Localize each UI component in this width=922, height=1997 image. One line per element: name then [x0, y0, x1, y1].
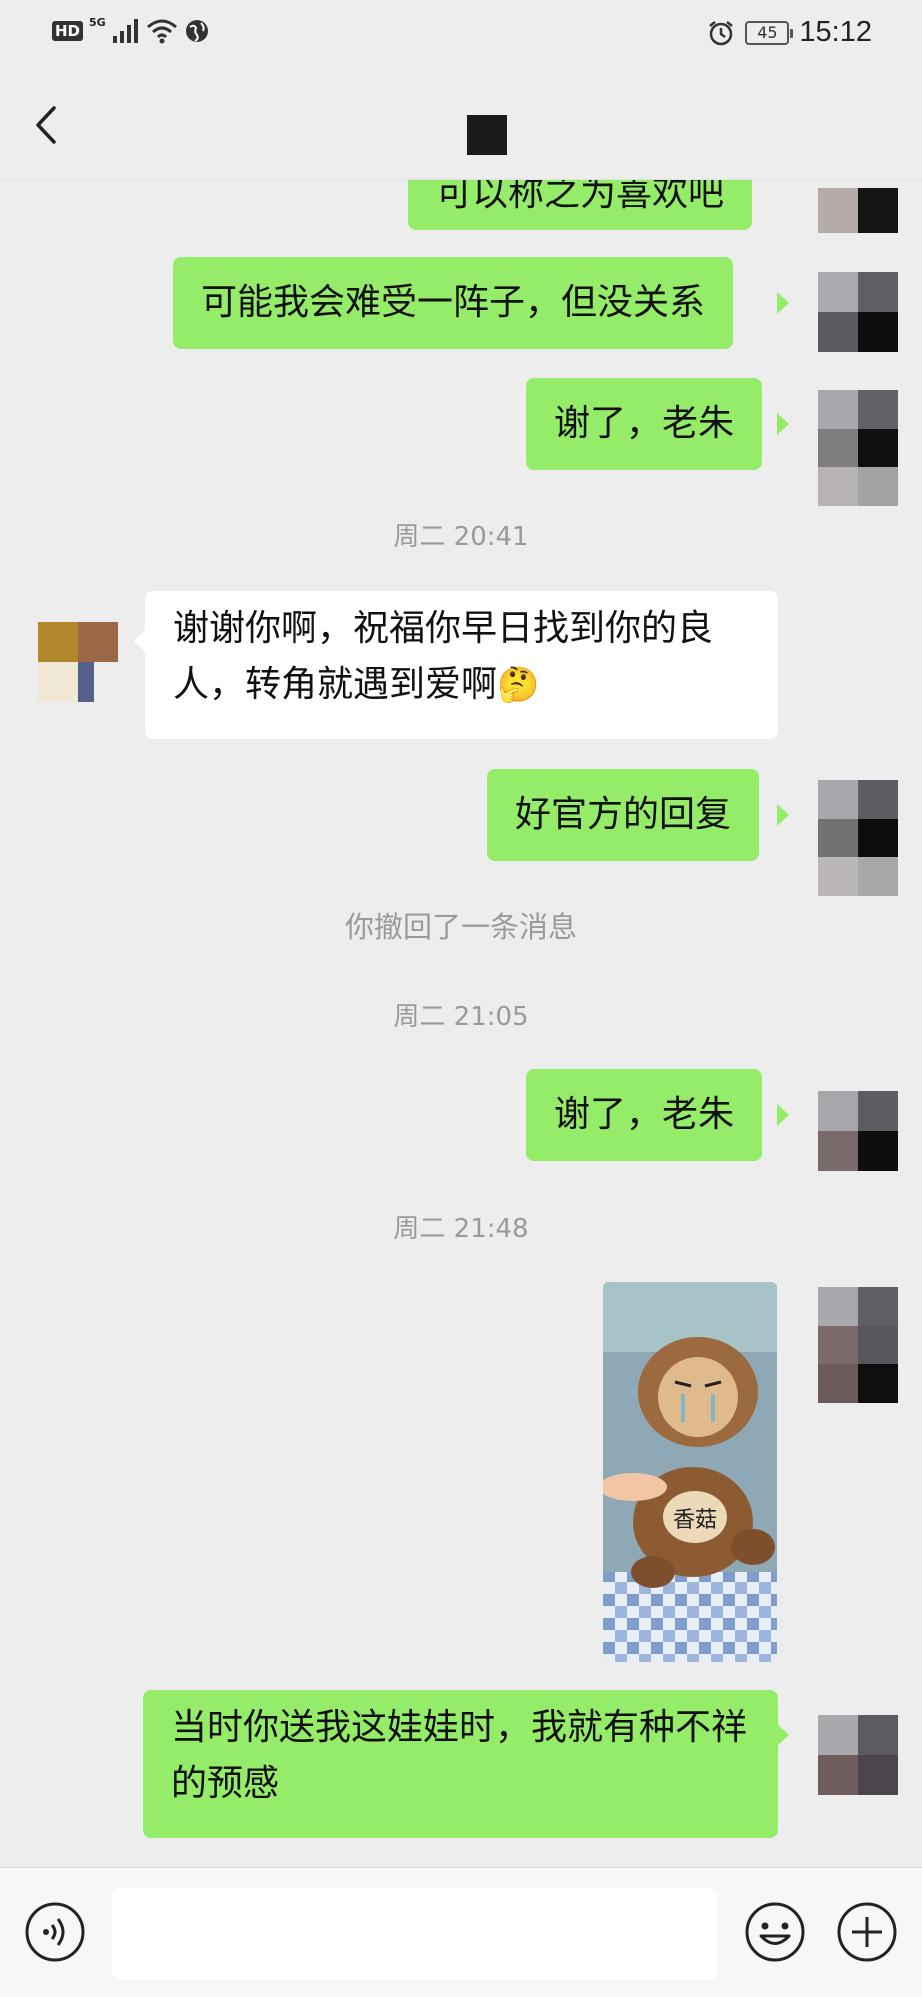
network-type: 5G: [89, 16, 106, 29]
battery-indicator: 45: [745, 20, 794, 45]
clock: 15:12: [799, 16, 872, 48]
chat-screen: HD 5G 45 15:12 可以称之为喜欢吧 可能我会难受一阵子，但没关系 谢…: [0, 0, 922, 1997]
message-bubble[interactable]: 谢了，老朱: [526, 1069, 763, 1161]
timestamp: 周二 21:05: [393, 1002, 529, 1032]
alarm-icon: [709, 20, 734, 45]
message-bubble[interactable]: 谢了，老朱: [526, 378, 763, 470]
avatar[interactable]: [818, 1715, 898, 1795]
avatar[interactable]: [818, 1091, 898, 1171]
contact-avatar[interactable]: [38, 622, 118, 702]
message-text: 谢谢你啊，祝福你早日找到你的良人，转角就遇到爱啊: [173, 608, 714, 705]
avatar[interactable]: [818, 1287, 898, 1403]
hd-badge: HD: [52, 21, 84, 41]
emoji-button[interactable]: [744, 1901, 806, 1963]
chevron-left-icon: [36, 106, 56, 144]
message-bubble[interactable]: 谢谢你啊，祝福你早日找到你的良人，转角就遇到爱啊🤔: [145, 591, 778, 739]
bubble-tail: [777, 413, 789, 435]
wifi-icon: [146, 19, 177, 44]
message-bubble[interactable]: 当时你送我这娃娃时，我就有种不祥的预感: [143, 1690, 778, 1838]
bubble-tail: [777, 292, 789, 314]
message-text: 谢了，老朱: [554, 1094, 735, 1135]
avatar[interactable]: [818, 188, 898, 233]
status-right: 45 15:12: [707, 16, 872, 49]
avatar[interactable]: [818, 390, 898, 506]
signal-icon: [112, 19, 138, 43]
bubble-tail: [133, 630, 145, 652]
plush-doll-photo: 香菇: [603, 1282, 777, 1662]
globe-icon: [185, 20, 208, 42]
image-message[interactable]: 香菇: [603, 1282, 777, 1662]
message-text: 当时你送我这娃娃时，我就有种不祥的预感: [171, 1707, 748, 1804]
recall-notice: 你撤回了一条消息: [344, 910, 577, 944]
message-text: 谢了，老朱: [554, 403, 735, 444]
voice-input-icon: [25, 1902, 85, 1962]
back-button-overlay[interactable]: [28, 100, 68, 150]
more-button[interactable]: [836, 1901, 898, 1963]
message-bubble[interactable]: 可能我会难受一阵子，但没关系: [173, 257, 734, 349]
bubble-tail: [777, 1104, 789, 1126]
message-input[interactable]: [112, 1888, 718, 1980]
doll-label: 香菇: [673, 1508, 717, 1533]
thinking-emoji-icon: 🤔: [497, 665, 540, 705]
avatar[interactable]: [818, 780, 898, 896]
input-bar: [0, 1867, 922, 1997]
bubble-tail: [777, 804, 789, 826]
timestamp: 周二 20:41: [393, 522, 529, 552]
voice-button[interactable]: [24, 1901, 86, 1963]
chat-title-redacted: [467, 115, 507, 155]
plus-icon: [837, 1902, 897, 1962]
message-text: 好官方的回复: [515, 794, 732, 835]
timestamp: 周二 21:48: [393, 1214, 529, 1244]
message-text: 可能我会难受一阵子，但没关系: [201, 282, 706, 323]
bubble-tail: [777, 1724, 789, 1746]
avatar[interactable]: [818, 272, 898, 352]
message-bubble[interactable]: 好官方的回复: [487, 769, 760, 861]
status-bar: HD 5G 45 15:12: [0, 0, 922, 70]
header-mask: [0, 70, 922, 180]
emoji-icon: [745, 1902, 805, 1962]
status-left: HD 5G: [52, 16, 210, 44]
